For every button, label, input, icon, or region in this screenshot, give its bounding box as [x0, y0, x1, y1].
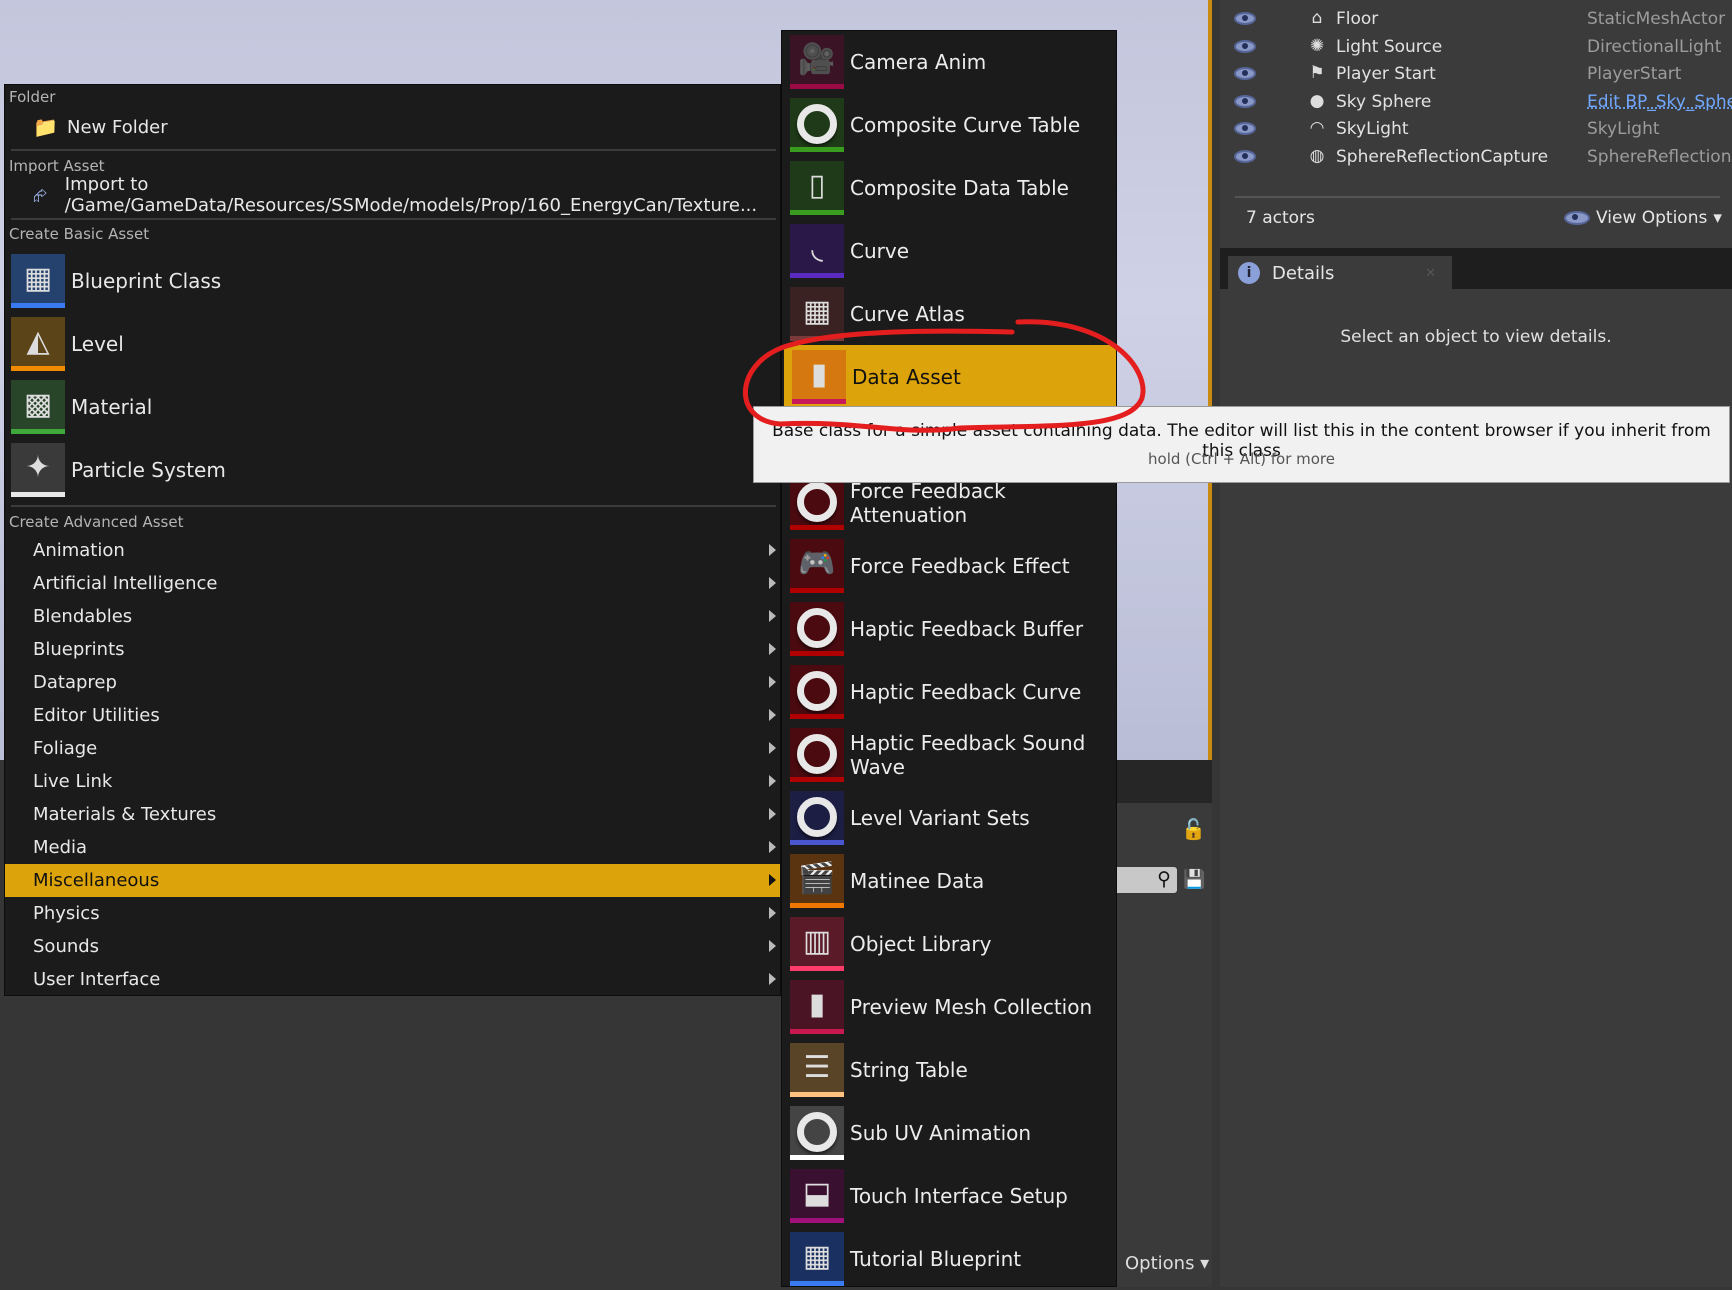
- annotation-stroke: [742, 319, 1146, 433]
- red-annotation-circle: [742, 319, 1146, 433]
